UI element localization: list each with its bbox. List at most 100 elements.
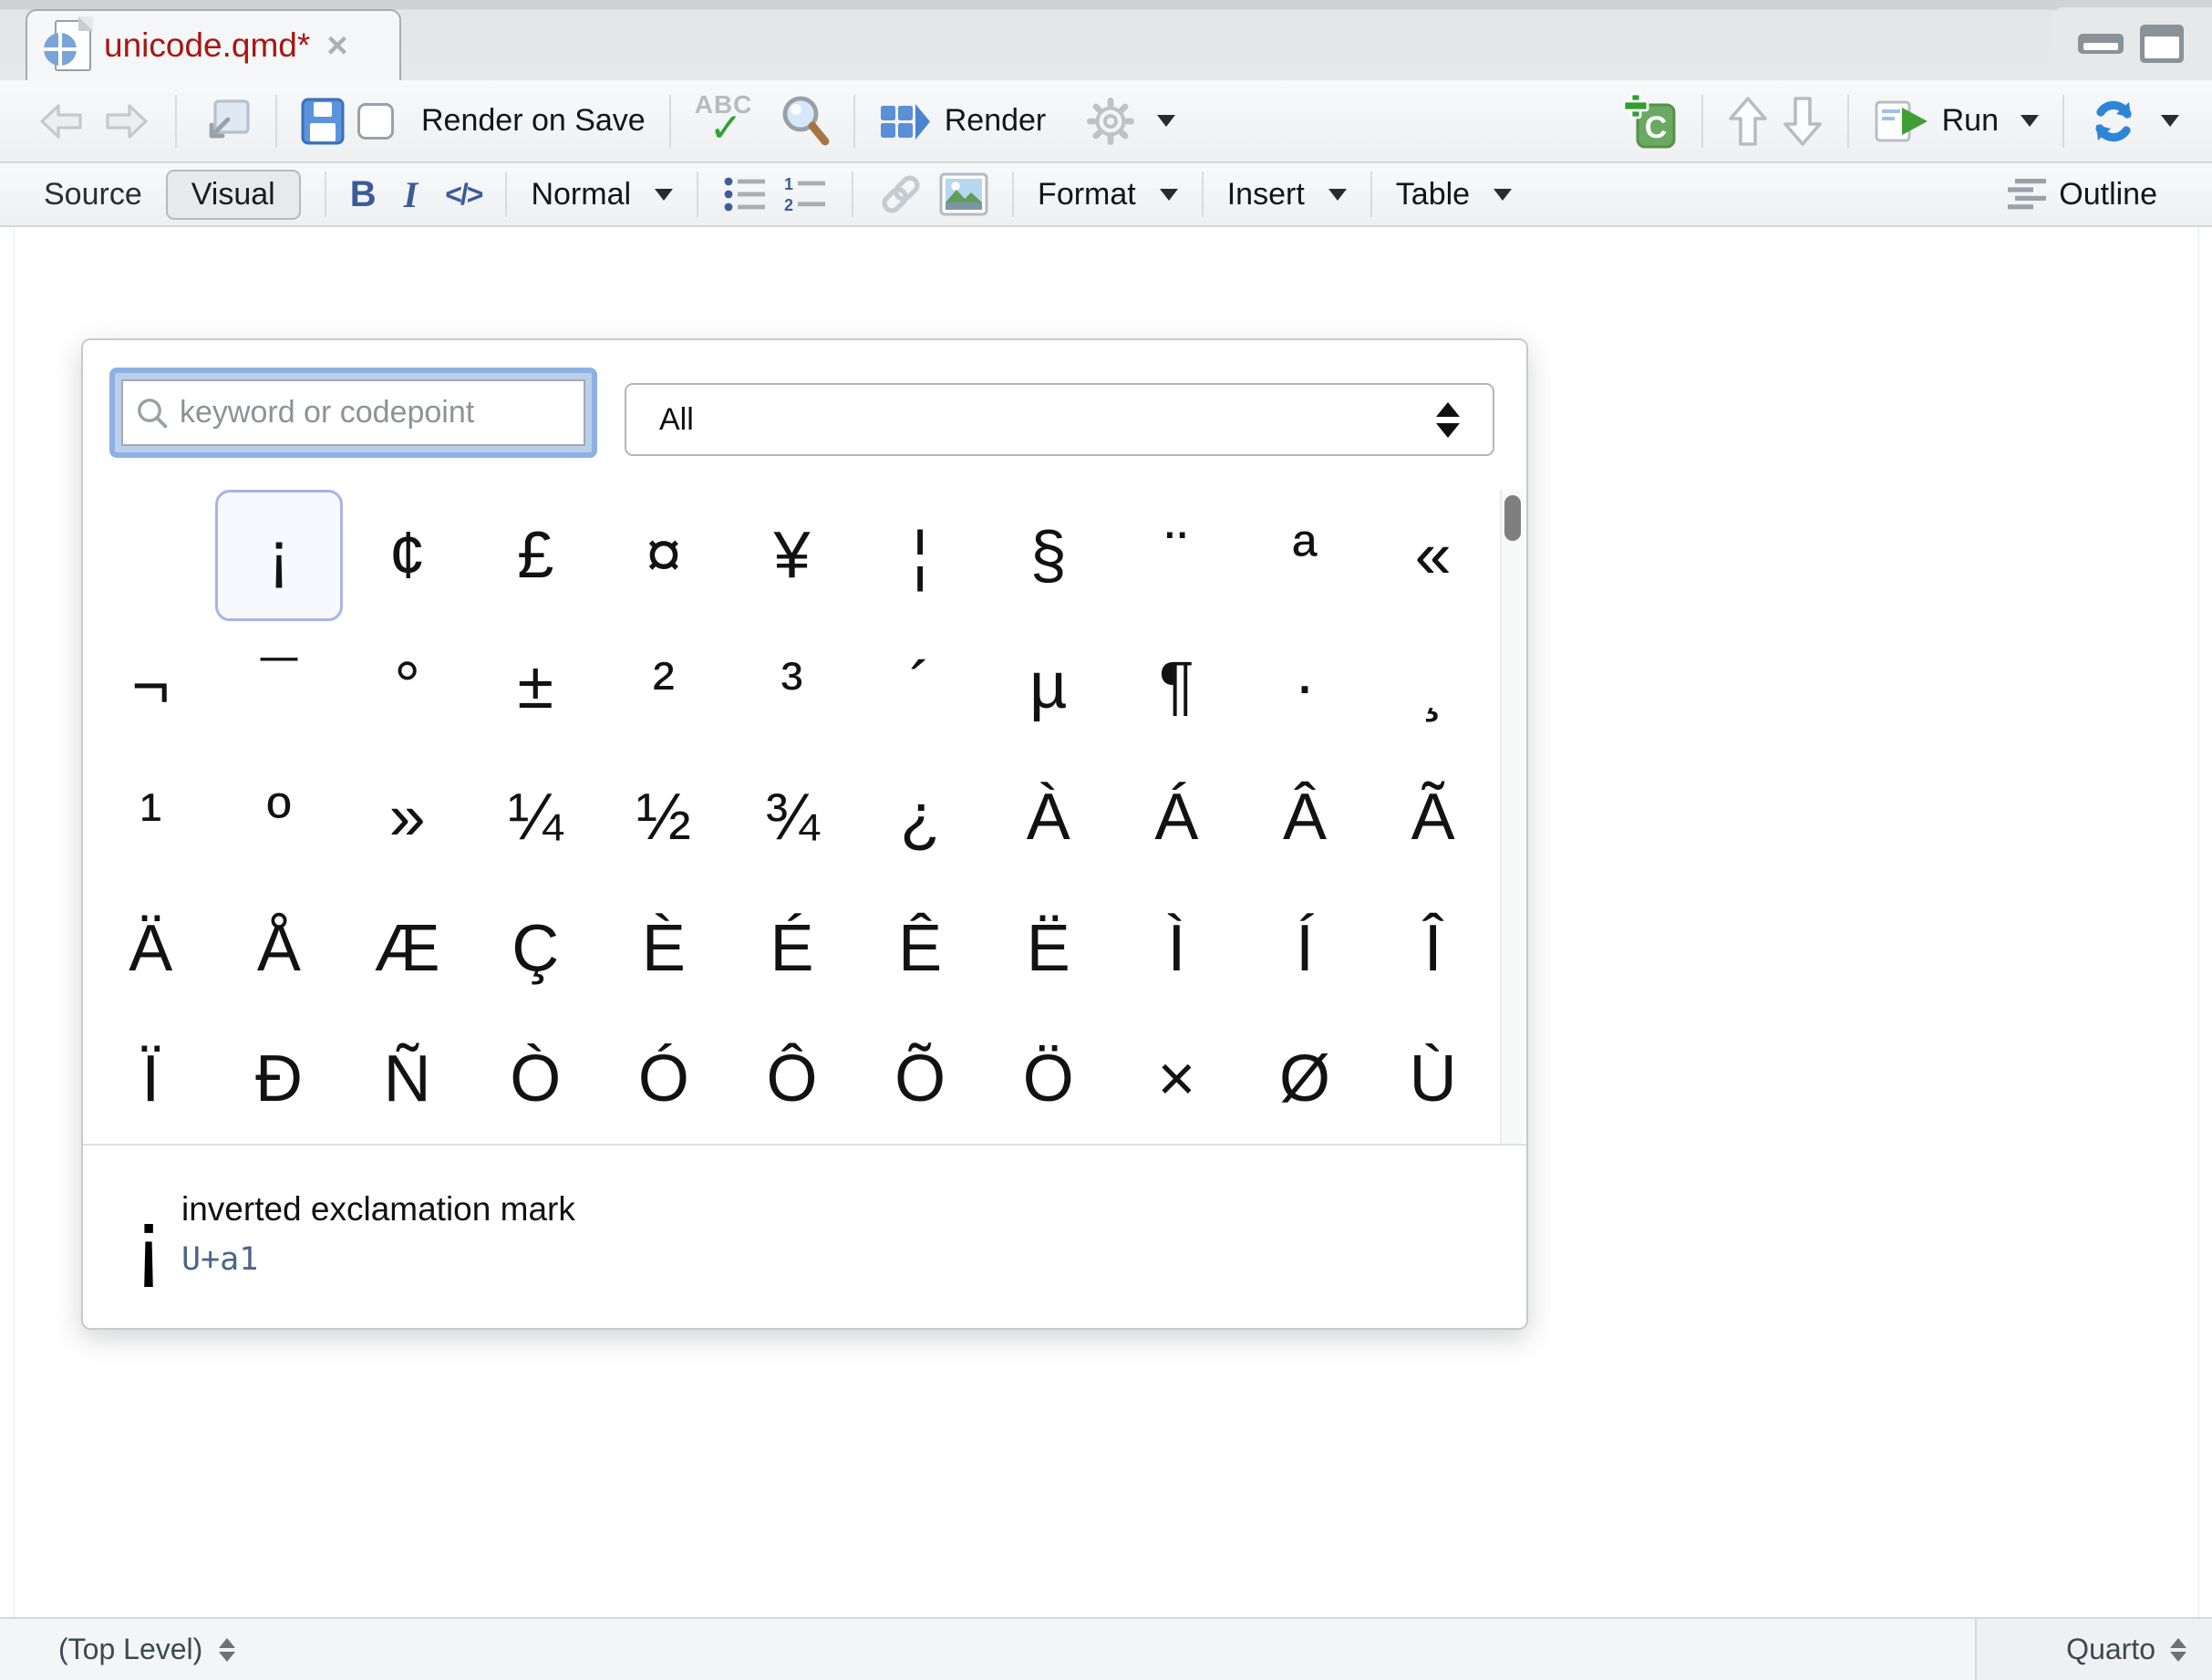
- insert-menu[interactable]: Insert: [1227, 177, 1305, 213]
- char-cell[interactable]: »: [343, 752, 471, 883]
- numbered-list-icon[interactable]: 1 2: [782, 174, 828, 214]
- char-cell[interactable]: µ: [984, 621, 1112, 752]
- char-cell[interactable]: Î: [1369, 883, 1497, 1014]
- previous-section-icon[interactable]: [1727, 95, 1769, 148]
- char-cell[interactable]: Ê: [856, 883, 985, 1014]
- char-cell[interactable]: ¥: [728, 490, 856, 621]
- save-icon[interactable]: [301, 98, 345, 145]
- char-cell[interactable]: ¦: [856, 490, 985, 621]
- format-menu[interactable]: Format: [1038, 177, 1136, 213]
- char-cell[interactable]: Æ: [343, 883, 471, 1014]
- char-cell[interactable]: Ë: [984, 883, 1112, 1014]
- char-cell[interactable]: É: [728, 883, 856, 1014]
- char-cell[interactable]: ¼: [471, 752, 600, 883]
- tab-unicode-qmd[interactable]: unicode.qmd* ×: [26, 9, 401, 80]
- table-menu-caret-icon[interactable]: [1494, 189, 1512, 201]
- next-section-icon[interactable]: [1782, 95, 1824, 148]
- search-document-icon[interactable]: [779, 94, 830, 149]
- char-cell[interactable]: Â: [1241, 752, 1370, 883]
- char-cell[interactable]: «: [1369, 490, 1497, 621]
- format-menu-caret-icon[interactable]: [1160, 189, 1178, 201]
- char-cell[interactable]: ´: [856, 621, 985, 752]
- char-cell[interactable]: ¬: [87, 621, 215, 752]
- open-in-new-window-icon[interactable]: [201, 98, 252, 145]
- run-icon[interactable]: [1873, 99, 1929, 144]
- paragraph-style-caret-icon[interactable]: [655, 189, 673, 201]
- char-cell[interactable]: ¯: [215, 621, 344, 752]
- char-cell[interactable]: Á: [1112, 752, 1241, 883]
- char-cell[interactable]: ¸: [1369, 621, 1497, 752]
- char-cell[interactable]: À: [984, 752, 1112, 883]
- tab-close-icon[interactable]: ×: [326, 27, 347, 64]
- render-on-save-checkbox[interactable]: [357, 103, 394, 140]
- char-cell[interactable]: Ð: [215, 1013, 344, 1145]
- link-icon[interactable]: [877, 171, 925, 218]
- char-cell[interactable]: °: [343, 621, 471, 752]
- char-cell[interactable]: ¿: [856, 752, 985, 883]
- char-cell[interactable]: £: [471, 490, 600, 621]
- forward-icon[interactable]: [100, 100, 151, 142]
- char-cell[interactable]: Í: [1241, 883, 1370, 1014]
- maximize-pane-icon[interactable]: [2140, 25, 2184, 63]
- char-cell[interactable]: ²: [600, 621, 729, 752]
- char-cell[interactable]: Ò: [471, 1013, 600, 1145]
- rerun-options-caret-icon[interactable]: [2161, 115, 2179, 127]
- char-cell[interactable]: Ã: [1369, 752, 1497, 883]
- char-cell[interactable]: ¢: [343, 490, 471, 621]
- char-cell[interactable]: º: [215, 752, 344, 883]
- char-cell[interactable]: Ç: [471, 883, 600, 1014]
- char-cell[interactable]: Õ: [856, 1013, 985, 1145]
- outline-toggle[interactable]: Outline: [2008, 176, 2157, 213]
- char-cell[interactable]: ¹: [87, 752, 215, 883]
- italic-button[interactable]: I: [404, 173, 419, 216]
- render-options-caret-icon[interactable]: [1157, 115, 1175, 127]
- char-cell[interactable]: ¶: [1112, 621, 1241, 752]
- scope-selector[interactable]: (Top Level): [0, 1633, 1975, 1666]
- char-cell[interactable]: Ö: [984, 1013, 1112, 1145]
- char-cell[interactable]: Ï: [87, 1013, 215, 1145]
- insert-chunk-icon[interactable]: C: [1621, 92, 1678, 150]
- bullet-list-icon[interactable]: [722, 174, 768, 214]
- minimize-pane-icon[interactable]: [2078, 34, 2124, 54]
- char-cell[interactable]: Ñ: [343, 1013, 471, 1145]
- char-cell[interactable]: [87, 490, 215, 621]
- char-cell[interactable]: Ô: [728, 1013, 856, 1145]
- char-cell[interactable]: ¨: [1112, 490, 1241, 621]
- char-cell[interactable]: ·: [1241, 621, 1370, 752]
- format-selector[interactable]: Quarto: [1975, 1619, 2212, 1680]
- char-cell[interactable]: §: [984, 490, 1112, 621]
- code-button[interactable]: </>: [445, 178, 481, 212]
- char-cell[interactable]: Ä: [87, 883, 215, 1014]
- render-icon[interactable]: [879, 100, 932, 142]
- render-options-gear-icon[interactable]: [1086, 97, 1135, 146]
- char-cell[interactable]: ¤: [600, 490, 729, 621]
- char-cell[interactable]: Ì: [1112, 883, 1241, 1014]
- render-button[interactable]: Render: [945, 103, 1047, 139]
- char-cell[interactable]: ±: [471, 621, 600, 752]
- bold-button[interactable]: B: [350, 174, 377, 215]
- spellcheck-icon[interactable]: ABC ✓: [695, 92, 766, 150]
- image-icon[interactable]: [939, 172, 988, 216]
- grid-scrollbar-thumb[interactable]: [1504, 495, 1521, 541]
- char-cell[interactable]: Å: [215, 883, 344, 1014]
- insert-menu-caret-icon[interactable]: [1328, 189, 1347, 201]
- char-cell[interactable]: Ù: [1369, 1013, 1497, 1145]
- table-menu[interactable]: Table: [1396, 177, 1470, 213]
- back-icon[interactable]: [36, 100, 88, 142]
- visual-editor-canvas[interactable]: All ¡¢£¤¥¦§¨ª« ¬¯°±²³´µ¶·¸ ¹º»¼½¾¿ÀÁÂÃ ÄÅÆÇ…: [0, 227, 2212, 1617]
- category-select[interactable]: All: [625, 383, 1494, 456]
- char-cell[interactable]: ³: [728, 621, 856, 752]
- char-cell[interactable]: ½: [600, 752, 729, 883]
- search-input[interactable]: [180, 395, 571, 430]
- run-options-caret-icon[interactable]: [2021, 115, 2039, 127]
- char-cell[interactable]: ¾: [728, 752, 856, 883]
- visual-mode-button[interactable]: Visual: [166, 170, 301, 220]
- char-cell[interactable]: Ø: [1241, 1013, 1370, 1145]
- rerun-icon[interactable]: [2088, 96, 2139, 147]
- char-cell[interactable]: È: [600, 883, 729, 1014]
- char-cell[interactable]: Ó: [600, 1013, 729, 1145]
- source-mode-button[interactable]: Source: [35, 171, 151, 218]
- char-cell-selected[interactable]: ¡: [215, 490, 344, 621]
- char-cell[interactable]: ª: [1241, 490, 1370, 621]
- paragraph-style-dropdown[interactable]: Normal: [531, 177, 631, 213]
